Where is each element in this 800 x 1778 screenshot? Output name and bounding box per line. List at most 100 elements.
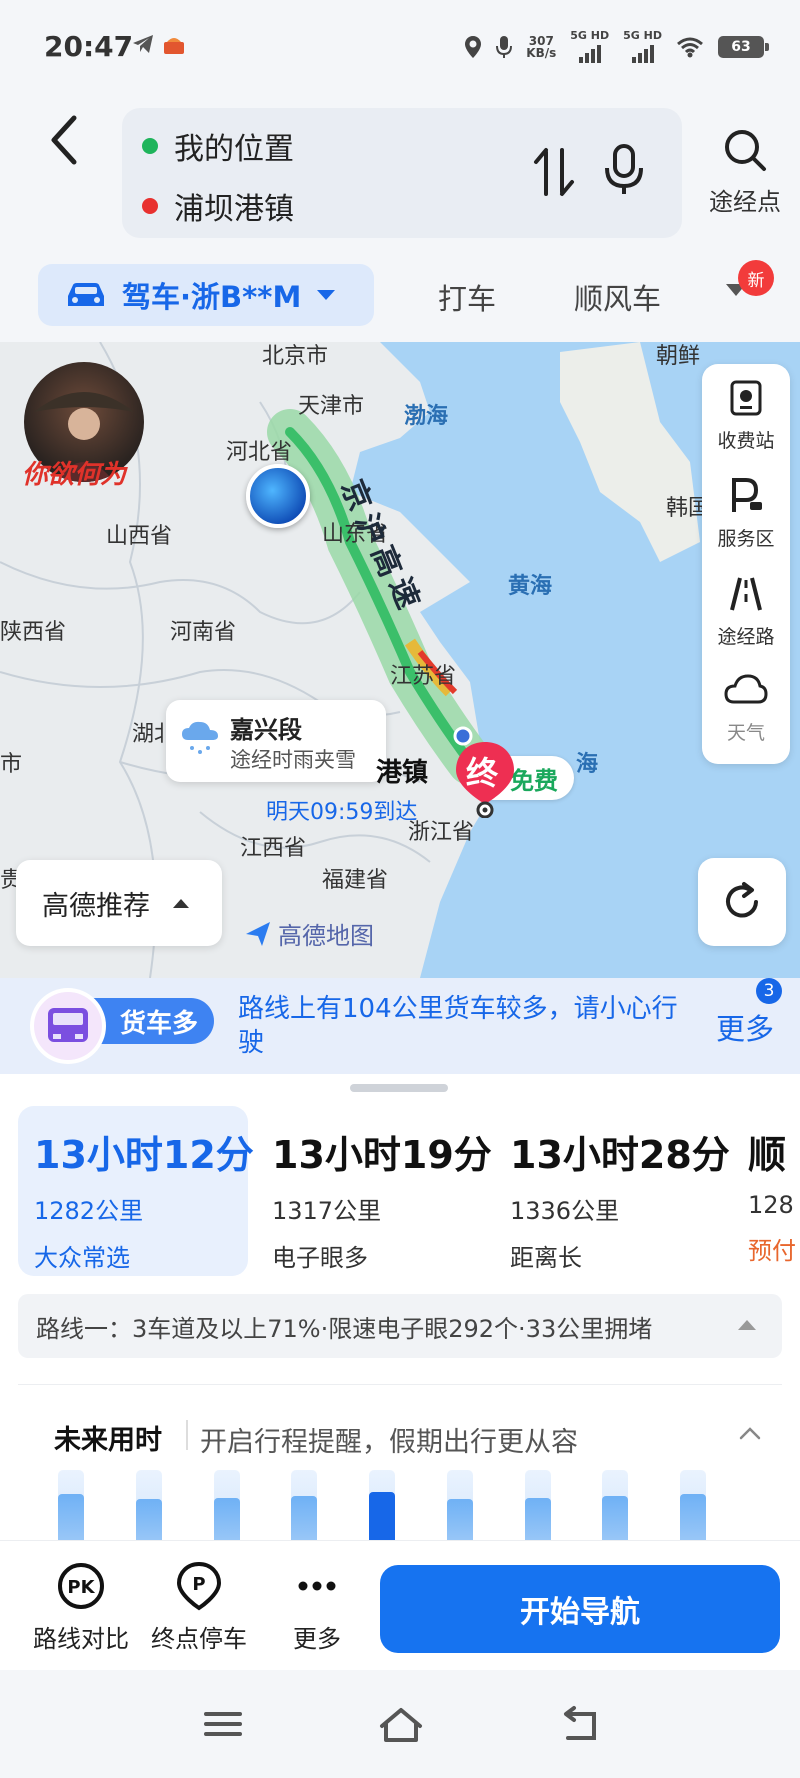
destination-field[interactable]: 浦坝港镇 [142,184,294,228]
new-badge: 新 [738,260,774,296]
toll-station-icon [730,380,762,416]
tool-label: 服务区 [717,528,775,550]
route-option[interactable]: 顺 128 预付 [732,1106,800,1276]
bottom-action-bar: PK 路线对比 P 终点停车 更多 开始导航 [0,1540,800,1670]
map-label: 福建省 [322,868,389,893]
route-summary-text: 路线一：3车道及以上71%·限速电子眼292个·33公里拥堵 [36,1314,653,1343]
future-time-subtitle[interactable]: 开启行程提醒，假期出行更从容 [200,1420,578,1459]
tab-taxi[interactable]: 打车 [438,276,496,318]
sea-label: 渤海 [404,404,449,429]
location-icon [465,35,482,58]
route-tag: 大众常选 [34,1244,130,1272]
start-navigation-button[interactable]: 开始导航 [380,1565,780,1653]
caret-up-icon [738,1320,756,1330]
origin-dot-icon [142,138,158,154]
truck-more-link[interactable]: 更多 [716,1006,774,1048]
pk-icon: PK [58,1563,104,1609]
route-tag: 电子眼多 [272,1244,368,1272]
tool-label: 天气 [726,722,765,744]
signal-sim2-icon: 5G HD [623,30,662,63]
app-notification-icon [162,34,186,62]
recommend-button[interactable]: 高德推荐 [16,860,222,946]
route-option[interactable]: 13小时28分 1336公里 距离长 [494,1106,730,1276]
arrival-time: 明天09:59到达 [266,800,418,825]
route-time: 13小时28分 [510,1133,730,1177]
road-icon [730,577,762,611]
more-actions-button[interactable]: 更多 [262,1561,372,1654]
route-tag: 预付 [748,1237,796,1265]
future-time-title: 未来用时 [54,1425,162,1456]
tool-label: 收费站 [717,430,775,452]
home-icon[interactable] [376,1704,426,1744]
cloud-icon [724,674,768,704]
action-label: 终点停车 [151,1625,247,1653]
status-icons: 307 KB/s 5G HD 5G HD 63 [464,30,769,63]
end-pin-icon[interactable]: 终 [450,738,520,819]
map-label: 河南省 [170,620,237,645]
recommend-label: 高德推荐 [42,890,150,922]
tool-route-road[interactable]: 途经路 [702,574,790,649]
map-view[interactable]: 你欲何为 北京市 天津市 河北省 山西省 陕西省 河南省 山东省 江苏省 湖北 … [0,342,800,978]
mic-status-icon [496,35,513,58]
status-bar: 20:47 307 KB/s 5G HD 5G HD 63 [0,0,800,96]
end-pin-text: 终 [466,754,499,792]
add-waypoint-button[interactable]: 途经点 [700,128,790,217]
menu-icon[interactable] [198,1704,248,1744]
service-area-icon [732,478,762,512]
map-label: 市 [0,752,23,777]
sea-label: 海 [576,752,599,777]
sheet-drag-handle[interactable] [350,1084,448,1092]
map-label: 朝鲜 [656,344,701,369]
refresh-button[interactable] [698,858,786,946]
svg-text:PK: PK [67,1577,95,1598]
wifi-icon [677,37,703,57]
divider [186,1420,188,1450]
parking-pin-icon: P [176,1561,222,1611]
route-time: 顺 [748,1133,787,1177]
back-button[interactable] [44,112,94,172]
route-summary[interactable]: 路线一：3车道及以上71%·限速电子眼292个·33公里拥堵 [18,1294,782,1358]
waypoint-label: 途经点 [709,188,781,216]
truck-alert-banner[interactable]: 货车多 路线上有104公里货车较多，请小心行驶 更多 3 [0,978,800,1074]
origin-field[interactable]: 我的位置 [142,124,294,168]
telegram-icon [132,34,154,60]
route-distance: 1282公里 [34,1197,144,1225]
tab-drive-label: 驾车·浙B**M [122,280,302,314]
net-speed: 307 KB/s [526,33,557,60]
chevron-left-icon [51,115,77,165]
weather-condition: 途经时雨夹雪 [230,748,356,772]
tool-toll-station[interactable]: 收费站 [702,378,790,453]
end-parking-button[interactable]: P 终点停车 [144,1561,254,1654]
weather-card[interactable]: 嘉兴段 途经时雨夹雪 [166,700,386,782]
chevron-up-icon[interactable] [738,1422,762,1446]
tab-carpool[interactable]: 顺风车 [574,276,661,318]
more-dots-icon [298,1581,336,1591]
amap-logo-icon [246,921,270,946]
route-option[interactable]: 13小时12分 1282公里 大众常选 [18,1106,254,1276]
route-option[interactable]: 13小时19分 1317公里 电子眼多 [256,1106,492,1276]
map-label: 江苏省 [390,664,457,689]
more-count-badge: 3 [756,978,782,1004]
route-distance: 1317公里 [272,1197,382,1225]
truck-icon [30,988,106,1064]
route-time: 13小时19分 [272,1133,492,1177]
action-label: 更多 [293,1625,341,1653]
tab-drive[interactable]: 驾车·浙B**M [38,264,374,326]
route-input-box: 我的位置 浦坝港镇 [122,108,682,238]
tool-service-area[interactable]: 服务区 [702,476,790,551]
voice-input-button[interactable] [602,142,652,202]
map-label: 北京市 [262,344,329,369]
back-nav-icon[interactable] [554,1704,604,1744]
signal-sim1-icon: 5G HD [570,30,609,63]
tool-weather[interactable]: 天气 [702,670,790,745]
sea-label: 黄海 [508,574,553,599]
caret-up-icon [173,899,189,908]
swap-button[interactable] [532,144,582,204]
caret-down-icon [317,290,336,300]
start-marker[interactable] [246,464,310,528]
refresh-icon [726,882,758,918]
route-compare-button[interactable]: PK 路线对比 [26,1561,136,1654]
route-distance: 128 [748,1191,794,1219]
route-distance: 1336公里 [510,1197,620,1225]
route-tag: 距离长 [510,1244,582,1272]
